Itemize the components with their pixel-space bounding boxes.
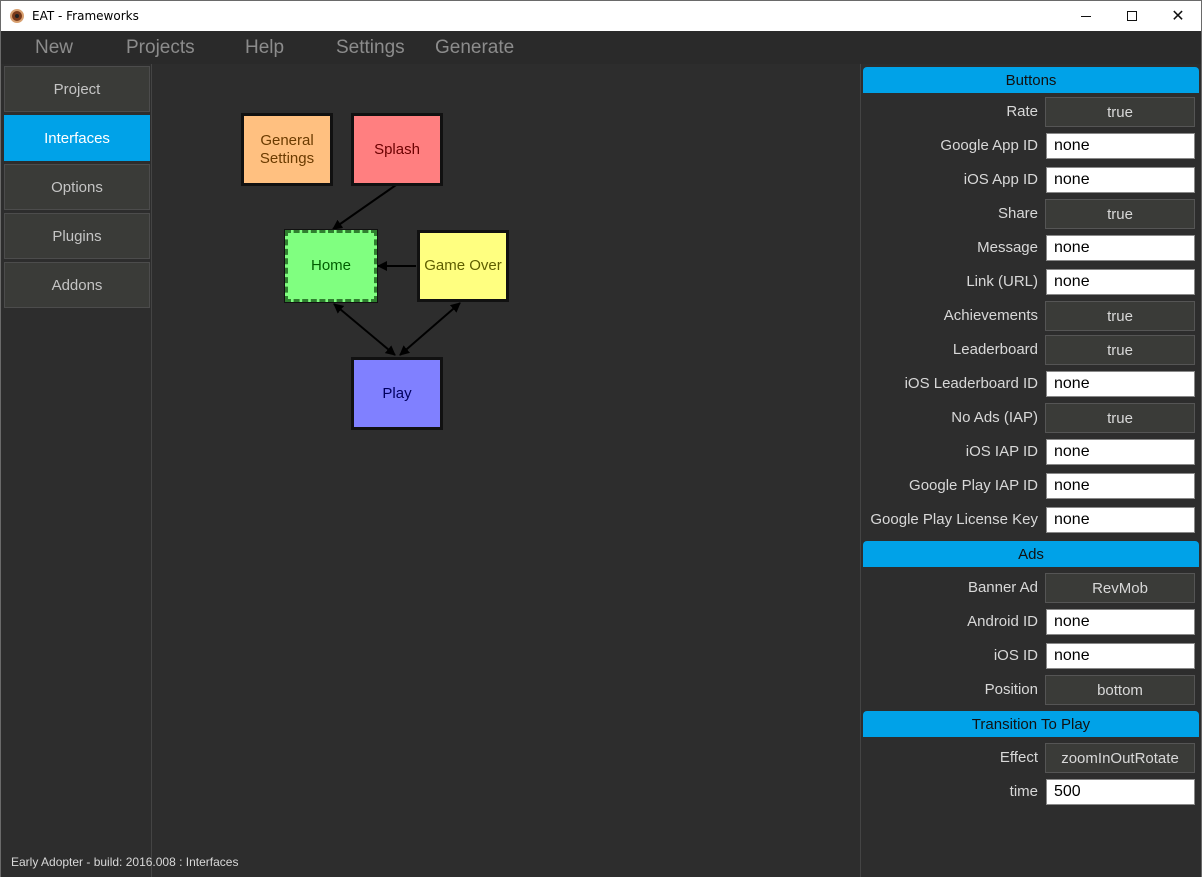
title-bar: EAT - Frameworks ✕ [0,0,1202,31]
menu-new[interactable]: New [35,37,73,59]
leaderboard-label: Leaderboard [952,341,1038,358]
rate-label: Rate [1006,103,1038,120]
menu-projects[interactable]: Projects [126,37,195,59]
node-play[interactable]: Play [351,357,443,430]
message-input[interactable] [1046,235,1195,261]
no-ads-label: No Ads (IAP) [951,409,1038,426]
node-home[interactable]: Home [284,229,378,303]
menu-generate[interactable]: Generate [435,37,514,59]
ios-iap-id-input[interactable] [1046,439,1195,465]
effect-select[interactable]: zoomInOutRotate [1045,743,1195,773]
google-app-id-input[interactable] [1046,133,1195,159]
node-game-over[interactable]: Game Over [417,230,509,302]
close-button[interactable]: ✕ [1155,1,1201,31]
no-ads-toggle[interactable]: true [1045,403,1195,433]
menu-help[interactable]: Help [245,37,284,59]
google-app-id-label: Google App ID [940,137,1038,154]
sidebar-item-plugins[interactable]: Plugins [4,213,150,259]
arrow-home-play [333,303,396,356]
ios-leaderboard-id-label: iOS Leaderboard ID [904,375,1038,392]
section-header-transition: Transition To Play [863,711,1199,737]
link-url-label: Link (URL) [966,273,1038,290]
close-icon: ✕ [1171,6,1185,25]
sidebar-item-project[interactable]: Project [4,66,150,112]
interfaces-canvas[interactable]: General Settings Splash Home Game Over P… [152,64,860,877]
android-id-label: Android ID [967,613,1038,630]
banner-ad-label: Banner Ad [967,579,1038,596]
app-icon [10,9,24,23]
ios-app-id-input[interactable] [1046,167,1195,193]
share-toggle[interactable]: true [1045,199,1195,229]
maximize-icon [1127,11,1137,21]
leaderboard-toggle[interactable]: true [1045,335,1195,365]
menu-bar: New Projects Help Settings Generate [0,31,1202,64]
google-play-license-key-label: Google Play License Key [870,511,1038,528]
message-label: Message [977,239,1038,256]
rate-toggle[interactable]: true [1045,97,1195,127]
banner-ad-select[interactable]: RevMob [1045,573,1195,603]
properties-panel: Buttons Rate true Google App ID iOS App … [860,64,1202,877]
status-bar-text: Early Adopter - build: 2016.008 : Interf… [11,855,239,869]
ios-app-id-label: iOS App ID [963,171,1038,188]
arrow-splash-to-home [332,184,397,230]
ios-id-label: iOS ID [993,647,1038,664]
effect-label: Effect [999,749,1038,766]
minimize-button[interactable] [1063,1,1109,31]
time-input[interactable] [1046,779,1195,805]
arrow-gameover-play [399,302,461,356]
sidebar-item-addons[interactable]: Addons [4,262,150,308]
android-id-input[interactable] [1046,609,1195,635]
window-title: EAT - Frameworks [32,9,139,23]
time-label: time [1009,783,1038,800]
minimize-icon [1081,15,1091,17]
position-select[interactable]: bottom [1045,675,1195,705]
google-play-iap-id-label: Google Play IAP ID [909,477,1038,494]
google-play-iap-id-input[interactable] [1046,473,1195,499]
ios-leaderboard-id-input[interactable] [1046,371,1195,397]
node-splash[interactable]: Splash [351,113,443,186]
sidebar-item-interfaces[interactable]: Interfaces [4,115,150,161]
achievements-toggle[interactable]: true [1045,301,1195,331]
menu-settings[interactable]: Settings [336,37,405,59]
sidebar: Project Interfaces Options Plugins Addon… [0,64,152,877]
sidebar-item-options[interactable]: Options [4,164,150,210]
position-label: Position [984,681,1038,698]
maximize-button[interactable] [1109,1,1155,31]
ios-id-input[interactable] [1046,643,1195,669]
ios-iap-id-label: iOS IAP ID [965,443,1038,460]
share-label: Share [997,205,1038,222]
node-general-settings[interactable]: General Settings [241,113,333,186]
google-play-license-key-input[interactable] [1046,507,1195,533]
section-header-ads: Ads [863,541,1199,567]
link-url-input[interactable] [1046,269,1195,295]
section-header-buttons: Buttons [863,67,1199,93]
achievements-label: Achievements [943,307,1038,324]
